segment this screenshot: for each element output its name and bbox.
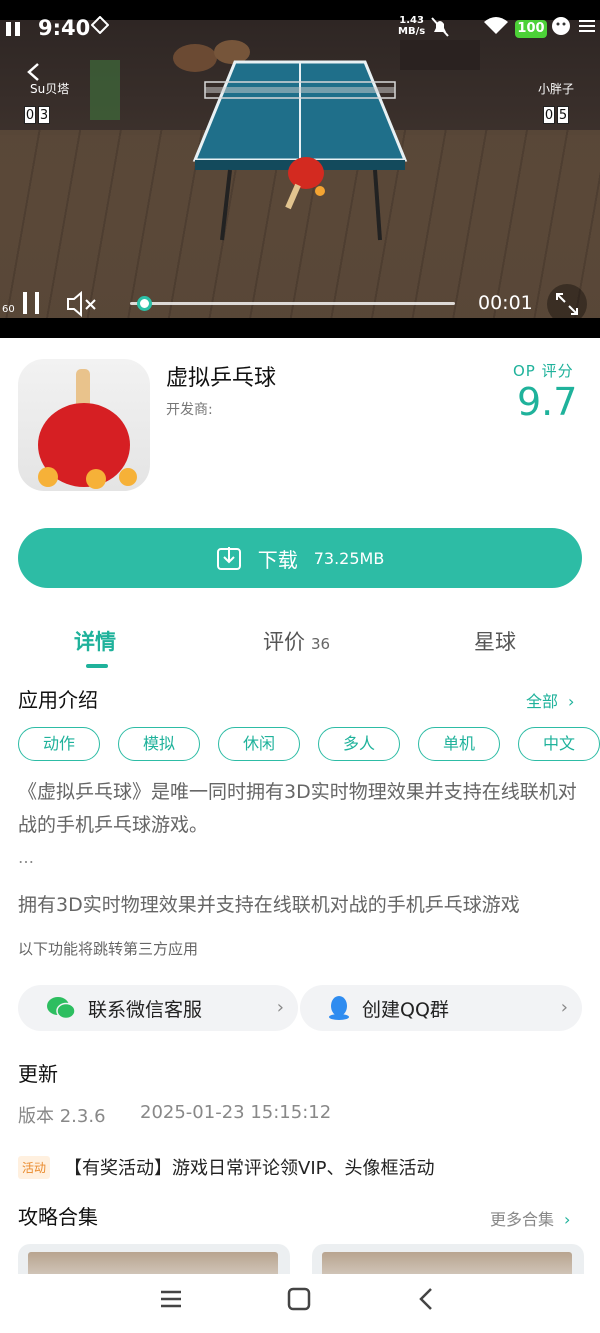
reviews-count: 36 xyxy=(311,635,331,653)
wechat-icon xyxy=(47,997,76,1020)
description-ellipsis: … xyxy=(18,848,34,867)
download-label: 下载 xyxy=(257,547,298,572)
player-right-score: 05 xyxy=(543,106,569,124)
update-date: 2025-01-23 15:15:12 xyxy=(140,1102,332,1123)
system-navigation-bar xyxy=(0,1274,600,1333)
fps-label: 60 xyxy=(2,304,15,315)
rating-label: OP 评分 xyxy=(513,362,574,380)
tag-simulation[interactable]: 模拟 xyxy=(118,727,200,761)
status-bar: 9:40 1.43 MB/s 100 xyxy=(0,0,600,60)
player-left-score: 03 xyxy=(24,106,50,124)
third-party-note: 以下功能将跳转第三方应用 xyxy=(18,940,199,958)
chevron-right-icon: › xyxy=(564,1210,571,1229)
video-bottom-bar xyxy=(0,318,600,338)
recent-apps-icon[interactable] xyxy=(158,1286,184,1312)
fullscreen-icon xyxy=(556,293,578,315)
tab-reviews[interactable]: 评价 36 xyxy=(263,626,330,656)
video-progress-knob[interactable] xyxy=(136,296,152,311)
battery-level: 100 xyxy=(515,20,547,38)
app-name: 虚拟乒乓球 xyxy=(166,366,277,391)
guide-thumbnail xyxy=(28,1252,278,1274)
active-tab-indicator xyxy=(86,664,108,668)
chevron-right-icon: › xyxy=(276,997,284,1018)
version-text: 版本 2.3.6 xyxy=(18,1106,106,1127)
activity-row[interactable]: 活动 【有奖活动】游戏日常评论领VIP、头像框活动 xyxy=(18,1154,435,1180)
tag-list: 动作 模拟 休闲 多人 单机 中文 xyxy=(18,727,600,761)
net-speed: 1.43 MB/s xyxy=(398,15,426,37)
tag-action[interactable]: 动作 xyxy=(18,727,100,761)
video-progress-bar[interactable] xyxy=(130,296,455,311)
tag-chinese[interactable]: 中文 xyxy=(518,727,600,761)
back-arrow-icon[interactable] xyxy=(24,62,44,82)
tag-multiplayer[interactable]: 多人 xyxy=(318,727,400,761)
status-time: 9:40 xyxy=(38,16,91,40)
activity-text: 【有奖活动】游戏日常评论领VIP、头像框活动 xyxy=(64,1158,435,1179)
app-icon xyxy=(18,359,150,491)
app-summary: 拥有3D实时物理效果并支持在线联机对战的手机乒乓球游戏 xyxy=(18,894,520,916)
pause-icon[interactable] xyxy=(20,288,44,320)
media-pause-indicator-icon xyxy=(6,22,22,36)
update-title: 更新 xyxy=(18,1062,58,1086)
create-qq-group-label: 创建QQ群 xyxy=(362,998,449,1021)
intro-all-link[interactable]: 全部 › xyxy=(526,688,574,712)
video-player[interactable]: Su贝塔 03 小胖子 05 xyxy=(0,20,600,318)
guide-card[interactable] xyxy=(312,1244,584,1274)
app-description: 《虚拟乒乓球》是唯一同时拥有3D实时物理效果并支持在线联机对战的手机乒乓球游戏。 xyxy=(18,781,577,836)
download-button[interactable]: 下载 73.25MB xyxy=(18,528,582,588)
more-guides-link[interactable]: 更多合集 › xyxy=(490,1206,570,1230)
chevron-right-icon: › xyxy=(568,692,575,711)
guides-title: 攻略合集 xyxy=(18,1205,98,1229)
guide-card[interactable] xyxy=(18,1244,290,1274)
download-size: 73.25MB xyxy=(313,548,385,568)
player-left-name: Su贝塔 xyxy=(30,82,70,96)
tag-casual[interactable]: 休闲 xyxy=(218,727,300,761)
download-icon xyxy=(216,547,241,570)
back-icon[interactable] xyxy=(414,1286,440,1312)
face-icon xyxy=(552,17,570,35)
player-right-name: 小胖子 xyxy=(538,82,575,96)
diamond-app-icon xyxy=(91,16,109,34)
intro-title: 应用介绍 xyxy=(18,688,98,712)
chevron-right-icon: › xyxy=(560,997,568,1018)
fullscreen-button[interactable] xyxy=(547,284,587,324)
ping-pong-paddle-icon xyxy=(38,369,137,489)
wechat-service-label: 联系微信客服 xyxy=(88,998,203,1021)
developer-label: 开发商: xyxy=(166,402,213,418)
mute-speaker-icon[interactable] xyxy=(64,290,100,318)
home-icon[interactable] xyxy=(286,1286,312,1312)
menu-lines-icon xyxy=(579,20,595,32)
rating-score: 9.7 xyxy=(517,380,578,424)
wechat-service-button[interactable]: 联系微信客服 › xyxy=(18,985,298,1031)
mute-bell-icon xyxy=(431,17,449,37)
qq-penguin-icon xyxy=(329,996,349,1020)
create-qq-group-button[interactable]: 创建QQ群 › xyxy=(300,985,582,1031)
guide-thumbnail xyxy=(322,1252,572,1274)
video-current-time: 00:01 xyxy=(478,292,533,314)
activity-badge: 活动 xyxy=(18,1155,51,1179)
wifi-icon xyxy=(484,17,508,34)
tab-details[interactable]: 详情 xyxy=(74,626,116,656)
table-tennis-scene xyxy=(90,40,480,241)
tag-single-player[interactable]: 单机 xyxy=(418,727,500,761)
tab-planet[interactable]: 星球 xyxy=(474,626,516,656)
